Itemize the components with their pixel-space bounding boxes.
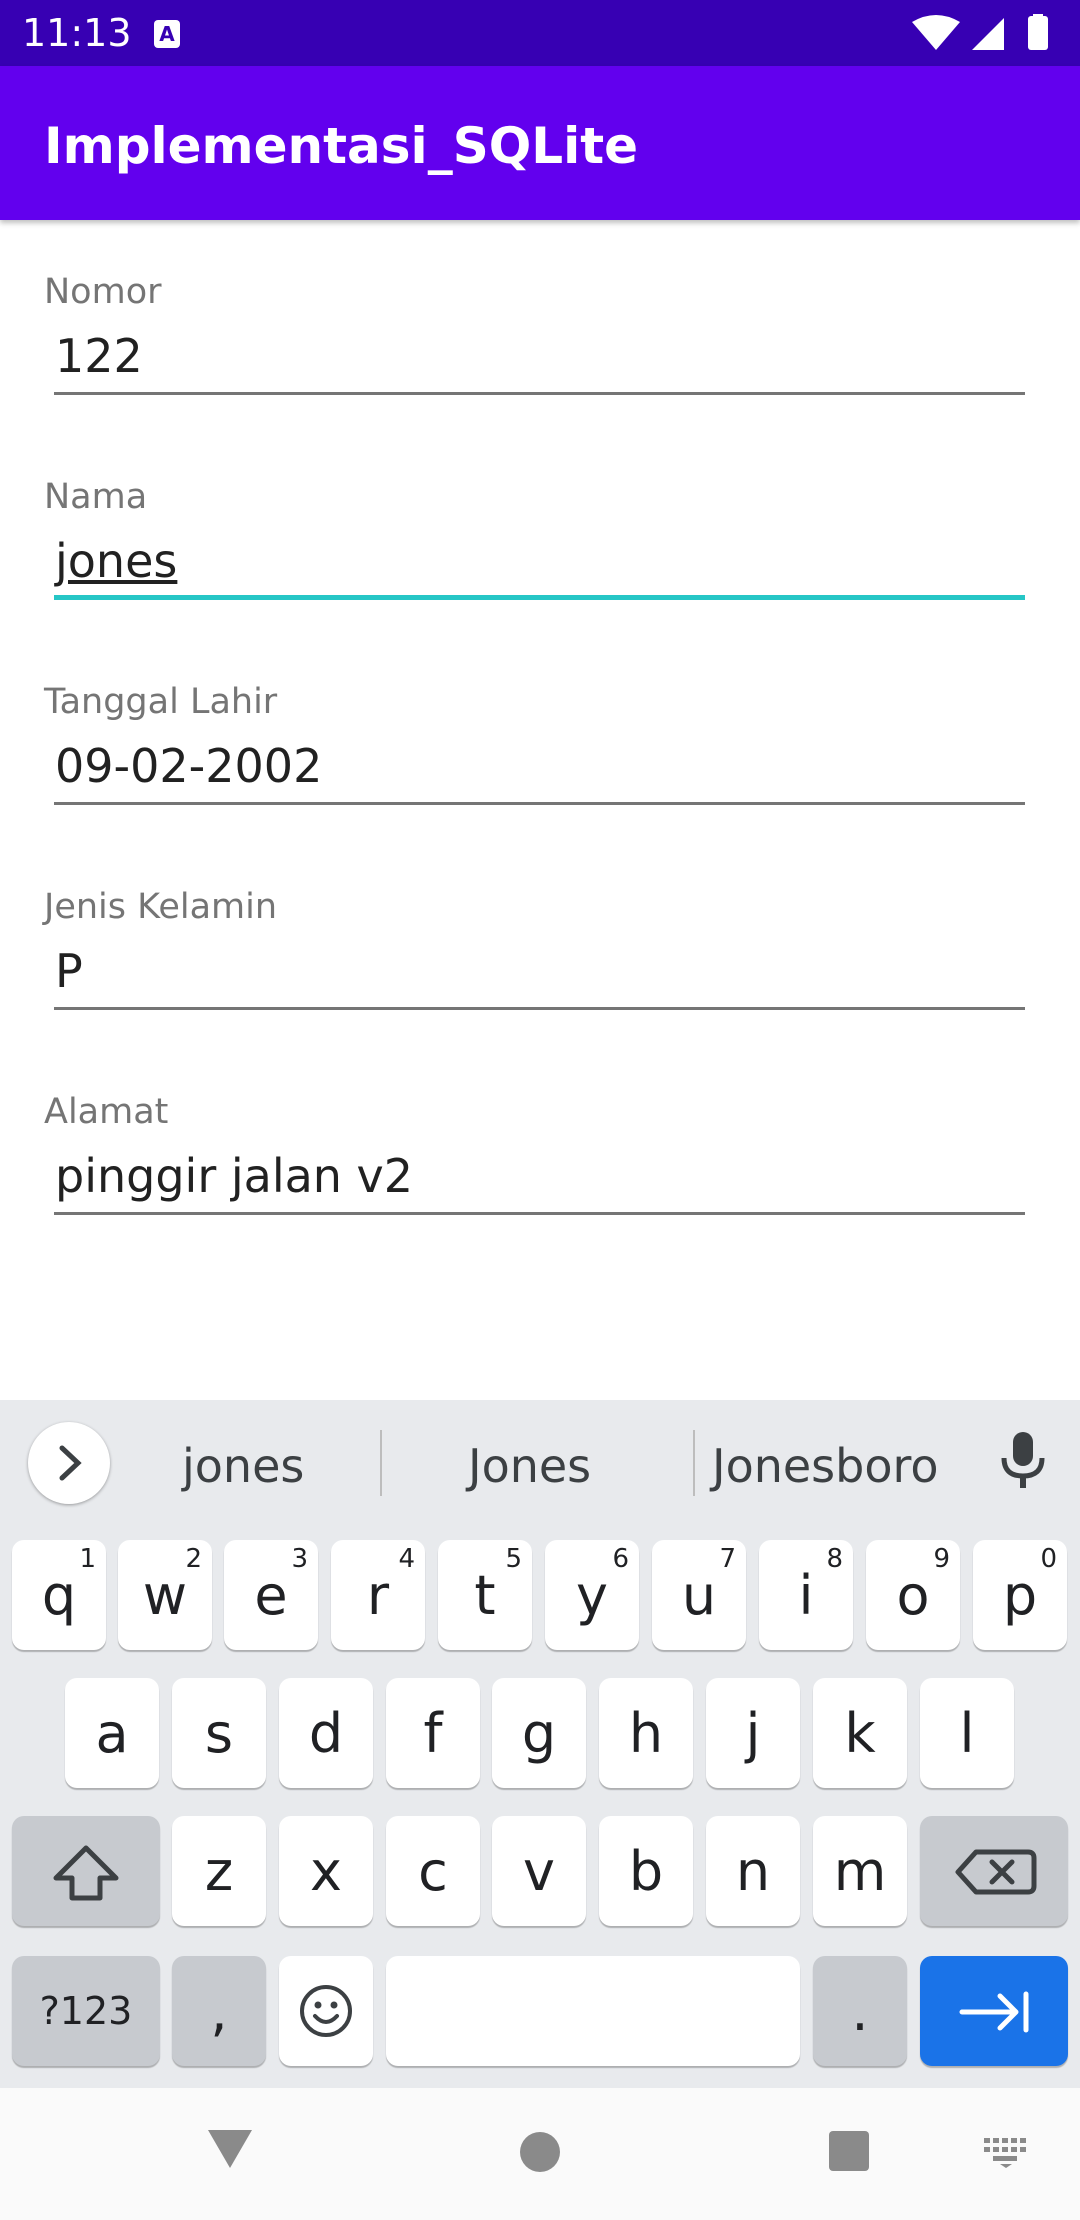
alamat-input[interactable]: pinggir jalan v2: [55, 1148, 413, 1204]
status-time: 11:13: [22, 11, 132, 55]
field-label: Tanggal Lahir: [44, 682, 278, 722]
battery-icon: [1028, 16, 1048, 50]
key-z[interactable]: z: [172, 1816, 266, 1926]
suggestion-item[interactable]: Jones: [468, 1436, 591, 1496]
key-d[interactable]: d: [279, 1678, 373, 1788]
wifi-icon: [912, 15, 960, 50]
field-underline: [54, 392, 1025, 395]
next-key[interactable]: [920, 1956, 1068, 2066]
status-bar: 11:13 A: [0, 0, 1080, 66]
nomor-input[interactable]: 122: [55, 328, 143, 384]
field-alamat: Alamat pinggir jalan v2: [0, 1090, 1080, 1295]
emoji-key[interactable]: [279, 1956, 373, 2066]
home-icon[interactable]: [518, 2130, 562, 2174]
key-j[interactable]: j: [706, 1678, 800, 1788]
key-m[interactable]: m: [813, 1816, 907, 1926]
back-icon[interactable]: [206, 2128, 254, 2172]
key-g[interactable]: g: [492, 1678, 586, 1788]
key-p[interactable]: p0: [973, 1540, 1067, 1650]
key-n[interactable]: n: [706, 1816, 800, 1926]
field-nama: Nama jones: [0, 475, 1080, 680]
app-bar: Implementasi_SQLite: [0, 66, 1080, 220]
key-k[interactable]: k: [813, 1678, 907, 1788]
space-bar[interactable]: [386, 1956, 800, 2066]
recents-icon[interactable]: [828, 2130, 870, 2172]
key-e[interactable]: e3: [224, 1540, 318, 1650]
key-q[interactable]: q1: [12, 1540, 106, 1650]
key-v[interactable]: v: [492, 1816, 586, 1926]
suggestion-divider: [693, 1430, 695, 1496]
backspace-key[interactable]: [920, 1816, 1068, 1926]
field-tanggal-lahir: Tanggal Lahir 09-02-2002: [0, 680, 1080, 885]
suggestion-divider: [380, 1430, 382, 1496]
key-h[interactable]: h: [599, 1678, 693, 1788]
key-l[interactable]: l: [920, 1678, 1014, 1788]
key-s[interactable]: s: [172, 1678, 266, 1788]
tanggal-lahir-input[interactable]: 09-02-2002: [55, 738, 322, 794]
key-x[interactable]: x: [279, 1816, 373, 1926]
keyboard-switch-icon[interactable]: [984, 2138, 1028, 2168]
microphone-icon[interactable]: [998, 1430, 1048, 1496]
key-c[interactable]: c: [386, 1816, 480, 1926]
field-label: Jenis Kelamin: [44, 887, 278, 927]
period-key[interactable]: .: [813, 1956, 907, 2066]
status-icons: [910, 14, 1060, 54]
soft-keyboard: jones Jones Jonesboro q1 w2 e3 r4 t5 y6 …: [0, 1400, 1080, 2088]
key-t[interactable]: t5: [438, 1540, 532, 1650]
key-u[interactable]: u7: [652, 1540, 746, 1650]
field-label: Nama: [44, 477, 148, 517]
key-w[interactable]: w2: [118, 1540, 212, 1650]
emoji-icon: [300, 1985, 352, 2037]
field-jenis-kelamin: Jenis Kelamin P: [0, 885, 1080, 1090]
app-title: Implementasi_SQLite: [44, 117, 639, 175]
key-i[interactable]: i8: [759, 1540, 853, 1650]
notification-icon: A: [154, 20, 180, 48]
key-b[interactable]: b: [599, 1816, 693, 1926]
shift-key[interactable]: [12, 1816, 160, 1926]
field-underline: [54, 1007, 1025, 1010]
key-y[interactable]: y6: [545, 1540, 639, 1650]
expand-chevron-icon[interactable]: [28, 1422, 110, 1504]
backspace-icon: [955, 1849, 1037, 1895]
jenis-kelamin-input[interactable]: P: [55, 943, 83, 999]
signal-icon: [972, 18, 1004, 50]
field-label: Nomor: [44, 272, 162, 312]
navigation-bar: [0, 2088, 1080, 2220]
nama-input[interactable]: jones: [55, 533, 177, 589]
key-r[interactable]: r4: [331, 1540, 425, 1650]
shift-icon: [53, 1845, 119, 1901]
tab-next-icon: [959, 1991, 1029, 2033]
key-o[interactable]: o9: [866, 1540, 960, 1650]
key-f[interactable]: f: [386, 1678, 480, 1788]
field-label: Alamat: [44, 1092, 169, 1132]
field-underline: [54, 802, 1025, 805]
suggestion-item[interactable]: jones: [182, 1436, 304, 1496]
suggestion-strip: jones Jones Jonesboro: [0, 1400, 1080, 1530]
field-underline-focused: [54, 595, 1025, 600]
field-underline: [54, 1212, 1025, 1215]
symbols-key[interactable]: ?123: [12, 1956, 160, 2066]
field-nomor: Nomor 122: [0, 270, 1080, 475]
comma-key[interactable]: ,: [172, 1956, 266, 2066]
suggestion-item[interactable]: Jonesboro: [712, 1436, 939, 1496]
key-a[interactable]: a: [65, 1678, 159, 1788]
